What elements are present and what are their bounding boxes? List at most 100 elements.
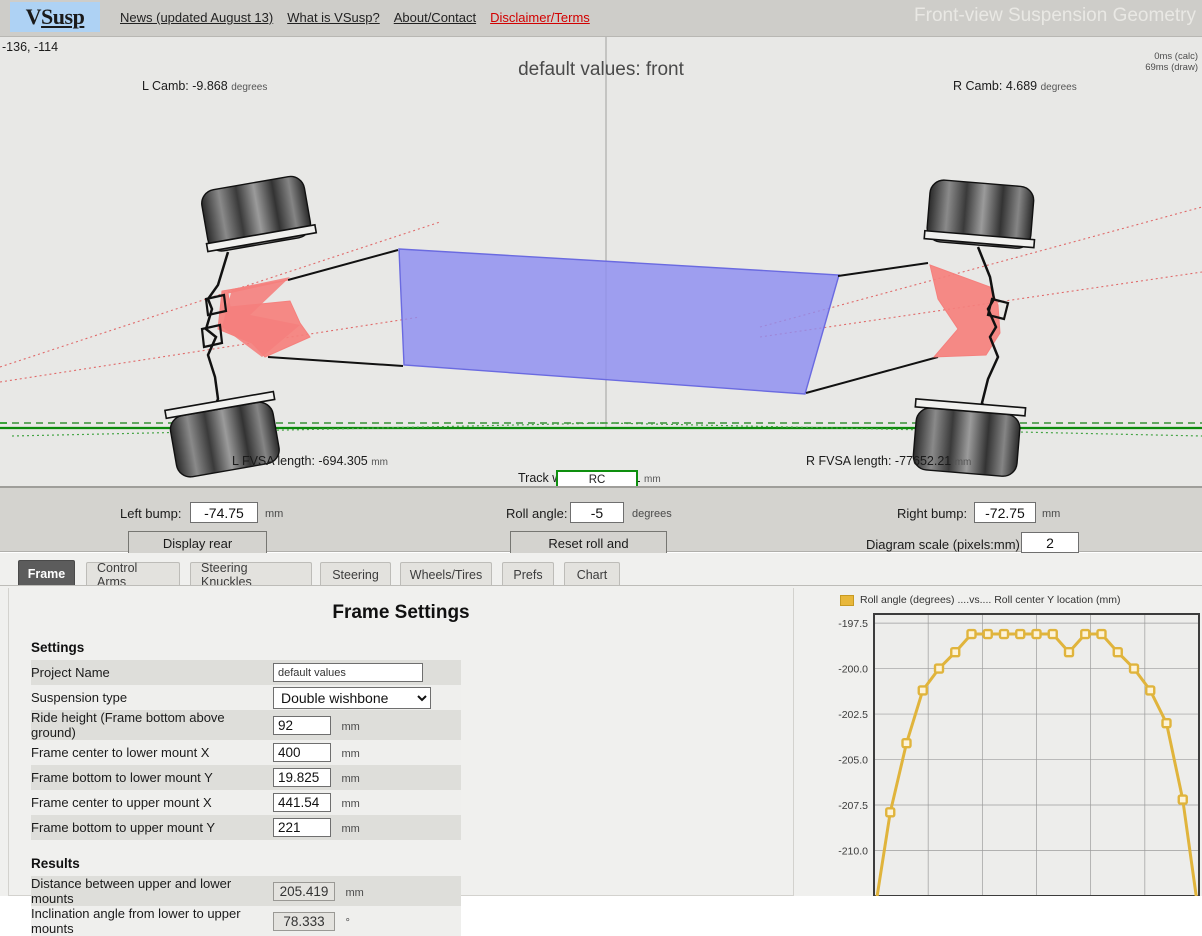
right-camber-unit: degrees xyxy=(1040,82,1077,93)
chart-plot-svg: -197.5 -200.0 -202.5 -205.0 -207.5 -210.0 xyxy=(838,613,1200,896)
frame-bottom-lower-y-input[interactable] xyxy=(273,768,331,787)
frame-center-upper-x-unit: mm xyxy=(341,798,360,810)
row-value-suspension-type: Double wishbone xyxy=(273,685,461,710)
row-label-frame-center-lower-x: Frame center to lower mount X xyxy=(31,740,273,765)
lower-content-area: Frame Settings Settings Project Name Sus… xyxy=(0,586,1202,936)
table-row: Frame bottom to lower mount Y mm xyxy=(31,765,461,790)
settings-table: Project Name Suspension type Double wish… xyxy=(31,660,461,840)
frame-settings-panel: Frame Settings Settings Project Name Sus… xyxy=(8,588,794,936)
right-fvsa-text: R FVSA length: -77652.21 xyxy=(806,454,952,468)
frame-center-lower-x-unit: mm xyxy=(341,748,360,760)
right-bump-label: Right bump: xyxy=(897,506,968,521)
nav-link-what-is-vsusp[interactable]: What is VSusp? xyxy=(287,10,380,25)
cursor-coordinate-readout: -136, -114 xyxy=(2,40,59,54)
table-row: Frame bottom to upper mount Y mm xyxy=(31,815,461,840)
project-name-input[interactable] xyxy=(273,663,423,683)
ride-height-unit: mm xyxy=(341,720,360,733)
table-row: Frame center to upper mount X mm xyxy=(31,790,461,815)
vsusp-logo[interactable]: VSusp xyxy=(10,2,100,32)
results-table: Distance between upper and lower mounts … xyxy=(31,876,461,936)
tab-control-arms[interactable]: Control Arms xyxy=(86,561,180,589)
left-camber-value: -9.868 xyxy=(192,79,228,93)
frame-bottom-upper-y-input[interactable] xyxy=(273,818,331,837)
chart-legend: Roll angle (degrees) ....vs.... Roll cen… xyxy=(840,594,1120,606)
svg-text:-197.5: -197.5 xyxy=(838,618,868,630)
inclination-angle-output xyxy=(273,911,335,931)
tab-frame[interactable]: Frame xyxy=(18,560,75,586)
table-row: Project Name xyxy=(31,660,461,685)
roll-angle-label: Roll angle: xyxy=(506,506,568,521)
distance-mounts-output xyxy=(273,881,335,901)
frame-bottom-lower-y-unit: mm xyxy=(341,773,360,785)
tab-steering[interactable]: Steering xyxy=(320,562,391,586)
svg-text:-205.0: -205.0 xyxy=(838,755,868,767)
row-label-frame-bottom-upper-y: Frame bottom to upper mount Y xyxy=(31,815,273,840)
tab-chart[interactable]: Chart xyxy=(564,562,620,586)
left-fvsa-length: L FVSA length: -694.305 mm xyxy=(232,454,388,468)
suspension-control-bar: Left bump: mm Display rear suspension Ro… xyxy=(0,486,1202,571)
legend-label: Roll angle (degrees) ....vs.... Roll cen… xyxy=(860,594,1121,606)
result-value-inclination-angle: ° xyxy=(273,906,461,936)
suspension-diagram[interactable]: -136, -114 L Camb: -9.868 degrees R Camb… xyxy=(0,37,1202,486)
left-fvsa-unit: mm xyxy=(371,457,388,468)
row-value-ride-height: mm xyxy=(273,710,461,740)
result-label-distance-mounts: Distance between upper and lower mounts xyxy=(31,876,273,906)
left-bump-input[interactable] xyxy=(190,502,258,523)
right-fvsa-unit: mm xyxy=(954,457,972,468)
svg-text:-207.5: -207.5 xyxy=(838,800,868,812)
roll-center-chart[interactable]: Roll angle (degrees) ....vs.... Roll cen… xyxy=(826,588,1202,896)
left-bump-label: Left bump: xyxy=(120,506,182,521)
rc-title: RC xyxy=(588,474,606,486)
logo-text: VSusp xyxy=(25,4,85,29)
right-fvsa-length: R FVSA length: -77652.21 mm xyxy=(806,454,971,468)
table-row: Distance between upper and lower mounts … xyxy=(31,876,461,906)
diagram-scale-label: Diagram scale (pixels:mm) xyxy=(866,537,1020,552)
diagram-scale-input[interactable] xyxy=(1021,532,1079,553)
frame-center-upper-x-input[interactable] xyxy=(273,793,331,812)
svg-text:-200.0: -200.0 xyxy=(838,664,868,676)
inclination-angle-unit: ° xyxy=(345,916,350,929)
table-row: Suspension type Double wishbone xyxy=(31,685,461,710)
row-value-frame-bottom-upper-y: mm xyxy=(273,815,461,840)
track-width-unit: mm xyxy=(644,474,661,485)
svg-text:-202.5: -202.5 xyxy=(838,709,868,721)
left-fvsa-text: L FVSA length: -694.305 xyxy=(232,454,368,468)
right-bump-input[interactable] xyxy=(974,502,1036,523)
app-title: Front-view Suspension Geometry xyxy=(914,5,1196,26)
roll-center-box: RC (95, -213) mm xyxy=(556,470,639,486)
result-value-distance-mounts: mm xyxy=(273,876,461,906)
settings-tab-strip: Frame Control Arms Steering Knuckles Ste… xyxy=(0,553,1202,589)
tab-steering-knuckles[interactable]: Steering Knuckles xyxy=(190,561,312,589)
row-value-frame-center-upper-x: mm xyxy=(273,790,461,815)
legend-color-swatch xyxy=(840,594,854,606)
row-value-frame-bottom-lower-y: mm xyxy=(273,765,461,790)
result-label-inclination-angle: Inclination angle from lower to upper mo… xyxy=(31,906,273,936)
frame-bottom-upper-y-unit: mm xyxy=(341,823,360,835)
row-value-frame-center-lower-x: mm xyxy=(273,740,461,765)
roll-angle-input[interactable] xyxy=(570,502,624,523)
right-bump-unit: mm xyxy=(1042,508,1061,520)
nav-link-news[interactable]: News (updated August 13) xyxy=(120,10,273,25)
ride-height-input[interactable] xyxy=(273,715,331,735)
left-camber-readout: L Camb: -9.868 degrees xyxy=(142,79,267,93)
right-camber-readout: R Camb: 4.689 degrees xyxy=(953,79,1077,93)
frame-center-lower-x-input[interactable] xyxy=(273,743,331,762)
table-row: Inclination angle from lower to upper mo… xyxy=(31,906,461,936)
tire-graphics xyxy=(164,175,1036,478)
nav-link-disclaimer-terms[interactable]: Disclaimer/Terms xyxy=(490,10,590,25)
suspension-type-select[interactable]: Double wishbone xyxy=(273,686,431,709)
table-row: Ride height (Frame bottom above ground) … xyxy=(31,710,461,740)
distance-mounts-unit: mm xyxy=(345,886,364,899)
tab-wheels-tires[interactable]: Wheels/Tires xyxy=(400,562,492,586)
nav-link-about-contact[interactable]: About/Contact xyxy=(394,10,476,25)
svg-text:-210.0: -210.0 xyxy=(838,846,868,858)
left-camber-unit: degrees xyxy=(231,82,268,93)
table-row: Frame center to lower mount X mm xyxy=(31,740,461,765)
top-navigation-bar: VSusp News (updated August 13) What is VS… xyxy=(0,0,1202,37)
row-label-ride-height: Ride height (Frame bottom above ground) xyxy=(31,710,273,740)
row-label-suspension-type: Suspension type xyxy=(31,685,273,710)
right-camber-value: 4.689 xyxy=(1005,79,1038,93)
right-camber-label: R Camb: xyxy=(953,79,1003,93)
row-label-frame-bottom-lower-y: Frame bottom to lower mount Y xyxy=(31,765,273,790)
tab-prefs[interactable]: Prefs xyxy=(502,562,554,586)
